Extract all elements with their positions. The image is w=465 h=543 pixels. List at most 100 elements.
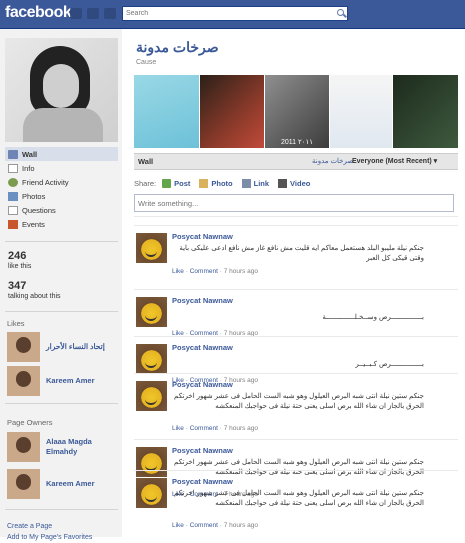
author-avatar[interactable] xyxy=(136,344,167,374)
top-bar: facebook xyxy=(0,0,465,29)
share-link-button[interactable]: Link xyxy=(241,178,269,188)
friend-requests-icon[interactable] xyxy=(70,8,82,19)
nav-item-questions[interactable]: Questions xyxy=(5,203,118,217)
nav-item-label: Events xyxy=(22,219,45,229)
search-icon[interactable] xyxy=(337,9,344,16)
comment-link[interactable]: Comment xyxy=(190,268,218,275)
messages-icon[interactable] xyxy=(87,8,99,19)
notification-jewels xyxy=(70,8,116,19)
photo-strip-image[interactable] xyxy=(393,75,458,148)
nav-item-label: Wall xyxy=(22,149,38,159)
wall-post: Posycat Nawnaw جنكم ستين نيلة انتى شبه ا… xyxy=(134,470,458,536)
post-author[interactable]: Posycat Nawnaw xyxy=(172,232,233,241)
likes-count: 246 xyxy=(8,250,27,262)
owner-name[interactable]: Kareem Amer xyxy=(46,479,95,489)
comment-link[interactable]: Comment xyxy=(190,522,218,529)
photo-caption: 2011 ۲۰۱۱ xyxy=(281,139,314,146)
photo-strip-image[interactable] xyxy=(330,75,392,148)
notifications-icon[interactable] xyxy=(104,8,116,19)
link-icon xyxy=(241,178,251,188)
nav-item-info[interactable]: Info xyxy=(5,161,118,175)
bottom-links: Create a Page Add to My Page's Favorites xyxy=(7,521,92,543)
status-icon xyxy=(162,178,172,188)
post-text: جنكم ستين نيلة انتى شبه البرص العيلول وه… xyxy=(174,393,424,410)
share-video-label: Video xyxy=(290,178,311,188)
post-composer xyxy=(134,194,454,212)
friend-activity-icon xyxy=(8,177,18,187)
page-owner[interactable]: Alaaa Magda Elmahdy xyxy=(7,432,106,462)
nav-item-photos[interactable]: Photos xyxy=(5,189,118,203)
info-icon xyxy=(8,163,18,173)
page-nav: Wall Info Friend Activity Photos Questio… xyxy=(5,147,118,231)
author-avatar[interactable] xyxy=(136,233,167,263)
post-author[interactable]: Posycat Nawnaw xyxy=(172,380,233,389)
owner-avatar[interactable] xyxy=(7,432,40,462)
post-meta: Like · Comment · 7 hours ago xyxy=(172,425,259,432)
post-author[interactable]: Posycat Nawnaw xyxy=(172,296,233,305)
liked-page-name[interactable]: Kareem Amer xyxy=(46,376,95,386)
owner-avatar[interactable] xyxy=(7,469,40,499)
create-page-link[interactable]: Create a Page xyxy=(7,521,92,532)
search-box xyxy=(122,6,348,21)
share-post-button[interactable]: Post xyxy=(162,178,191,188)
share-label: Share: xyxy=(134,178,157,188)
post-time[interactable]: 7 hours ago xyxy=(224,268,258,275)
wall-header-bar: Wall صرخات مدونة Everyone (Most Recent) … xyxy=(134,153,458,170)
post-text: جنكم ستين نيلة انتى شبه البرص العيلول وه… xyxy=(174,490,424,507)
like-link[interactable]: Like xyxy=(172,268,184,275)
left-column: Wall Info Friend Activity Photos Questio… xyxy=(0,29,122,541)
profile-picture[interactable] xyxy=(5,38,118,142)
photo-strip-image[interactable]: 2011 ۲۰۱۱ xyxy=(265,75,329,148)
wall-post: Posycat Nawnaw جنكم نيلة مليبو البلد هست… xyxy=(134,225,458,283)
talking-count: 347 xyxy=(8,280,27,292)
share-post-label: Post xyxy=(174,178,191,188)
wall-icon xyxy=(8,149,18,159)
add-favorites-link[interactable]: Add to My Page's Favorites xyxy=(7,532,92,543)
nav-item-events[interactable]: Events xyxy=(5,217,118,231)
liked-page[interactable]: Kareem Amer xyxy=(7,366,95,396)
video-icon xyxy=(278,178,288,188)
post-author[interactable]: Posycat Nawnaw xyxy=(172,343,233,352)
post-author[interactable]: Posycat Nawnaw xyxy=(172,477,233,486)
questions-icon xyxy=(8,205,18,215)
share-video-button[interactable]: Video xyxy=(278,178,311,188)
share-bar: Share: Post Photo Link Video xyxy=(134,177,454,189)
liked-page-name[interactable]: إتحاد النساء الأحرار xyxy=(46,342,105,352)
photo-strip-image[interactable] xyxy=(200,75,264,148)
post-time[interactable]: 7 hours ago xyxy=(224,425,258,432)
liked-page[interactable]: إتحاد النساء الأحرار xyxy=(7,332,105,362)
write-something-input[interactable] xyxy=(138,197,438,209)
like-link[interactable]: Like xyxy=(172,522,184,529)
post-text: بـــــــــــــــرص كـبــيــر xyxy=(355,361,424,368)
wall-label: Wall xyxy=(138,157,154,166)
nav-item-friend-activity[interactable]: Friend Activity xyxy=(5,175,118,189)
divider xyxy=(5,311,118,312)
comment-link[interactable]: Comment xyxy=(190,425,218,432)
owner-name[interactable]: Alaaa Magda Elmahdy xyxy=(46,437,106,457)
liked-page-avatar[interactable] xyxy=(7,366,40,396)
page-title: صرخات مدونة xyxy=(136,39,219,55)
author-avatar[interactable] xyxy=(136,381,167,411)
post-author[interactable]: Posycat Nawnaw xyxy=(172,446,233,455)
post-time[interactable]: 7 hours ago xyxy=(224,522,258,529)
page-category[interactable]: Cause xyxy=(136,59,156,66)
nav-item-wall[interactable]: Wall xyxy=(5,147,118,161)
post-text: بـــــــــــــــرص وســخـلــــــــــــــ… xyxy=(322,314,424,321)
wall-filter-dropdown[interactable]: Everyone (Most Recent) ▾ xyxy=(352,157,437,165)
divider xyxy=(5,241,118,242)
author-avatar[interactable] xyxy=(136,478,167,508)
search-input[interactable] xyxy=(126,8,326,19)
share-photo-label: Photo xyxy=(211,178,233,188)
author-avatar[interactable] xyxy=(136,297,167,327)
share-photo-button[interactable]: Photo xyxy=(199,178,233,188)
wall-post: Posycat Nawnaw جنكم ستين نيلة انتى شبه ا… xyxy=(134,373,458,439)
talking-stat: 347 talking about this xyxy=(8,280,61,300)
camera-icon xyxy=(199,178,209,188)
like-link[interactable]: Like xyxy=(172,425,184,432)
photo-strip-image[interactable] xyxy=(134,75,199,148)
facebook-logo[interactable]: facebook xyxy=(5,4,72,22)
likes-stat: 246 like this xyxy=(8,250,31,270)
liked-page-avatar[interactable] xyxy=(7,332,40,362)
wall-breadcrumb[interactable]: صرخات مدونة xyxy=(312,157,353,165)
page-owner[interactable]: Kareem Amer xyxy=(7,469,95,499)
